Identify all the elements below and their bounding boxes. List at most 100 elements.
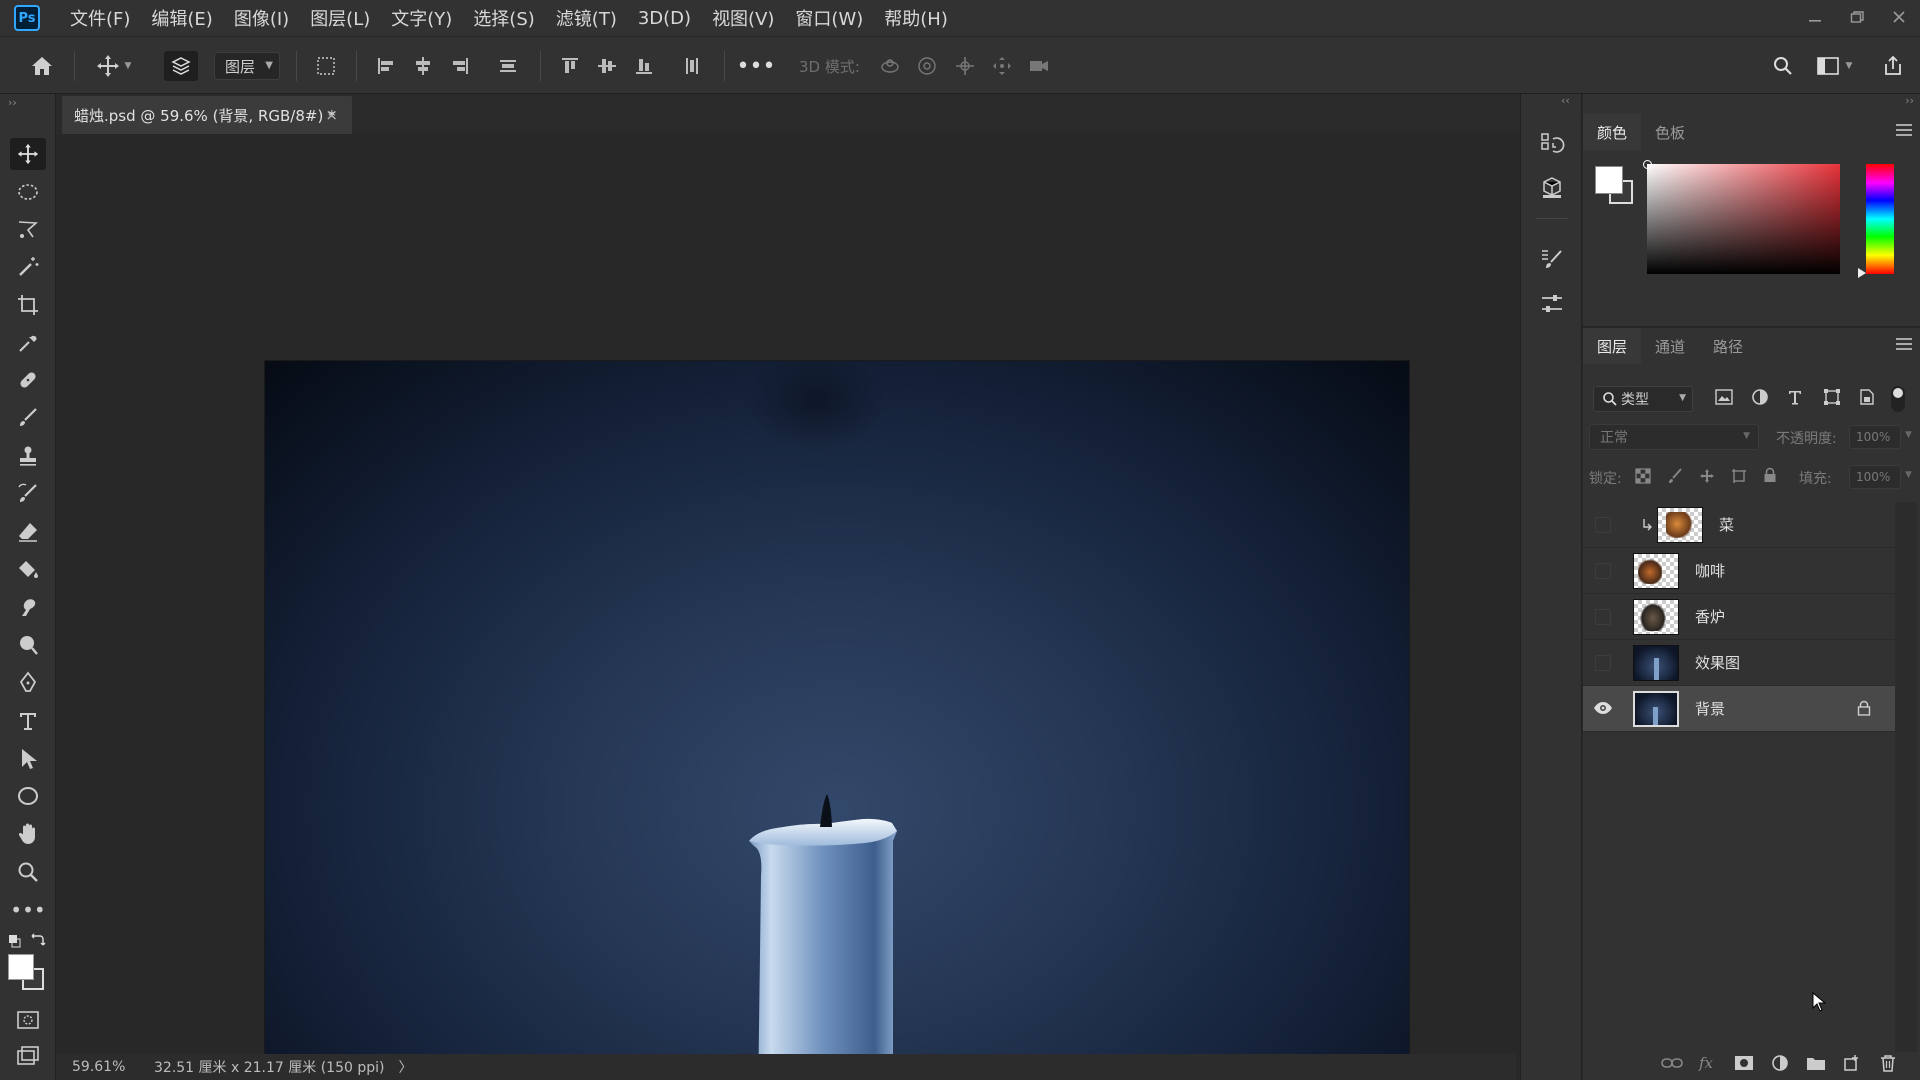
- transform-controls-toggle[interactable]: [310, 37, 342, 95]
- fill-input[interactable]: 100%: [1849, 465, 1901, 489]
- align-bottom-button[interactable]: [628, 37, 660, 95]
- filter-type-button[interactable]: [1787, 389, 1815, 409]
- canvas-workspace[interactable]: [60, 138, 1492, 1080]
- tab-channels[interactable]: 通道: [1641, 328, 1699, 364]
- filter-adjustment-button[interactable]: [1751, 388, 1779, 410]
- move-tool-preset[interactable]: ▼: [88, 37, 138, 95]
- lock-position-button[interactable]: [1699, 468, 1715, 488]
- lock-transparent-pixels-button[interactable]: [1635, 468, 1651, 488]
- minimize-button[interactable]: [1794, 6, 1836, 30]
- layer-name[interactable]: 背景: [1695, 698, 1725, 719]
- menu-3d[interactable]: 3D(D): [638, 8, 691, 29]
- document-canvas[interactable]: [265, 361, 1409, 1080]
- menu-filter[interactable]: 滤镜(T): [556, 5, 617, 31]
- panel-menu-icon[interactable]: [1896, 338, 1912, 353]
- path-selection-tool[interactable]: [10, 743, 46, 775]
- swap-colors-controls[interactable]: [8, 932, 48, 950]
- filter-toggle-switch[interactable]: [1891, 386, 1905, 412]
- vertical-scrollbar[interactable]: [1493, 138, 1507, 1054]
- lock-artboard-button[interactable]: [1731, 468, 1747, 488]
- new-adjustment-layer-button[interactable]: [1762, 1046, 1798, 1080]
- close-window-button[interactable]: [1878, 6, 1920, 30]
- dodge-tool[interactable]: [10, 629, 46, 661]
- clone-stamp-tool[interactable]: [10, 440, 46, 472]
- collapse-arrows-icon[interactable]: ‹‹: [1561, 94, 1570, 107]
- layer-name[interactable]: 咖啡: [1695, 560, 1725, 581]
- close-tab-icon[interactable]: ×: [325, 106, 338, 124]
- smudge-tool[interactable]: [10, 591, 46, 623]
- ellipse-marquee-tool[interactable]: [10, 176, 46, 208]
- magic-wand-tool[interactable]: [10, 251, 46, 283]
- hue-slider-handle[interactable]: [1858, 268, 1866, 278]
- eraser-tool[interactable]: [10, 516, 46, 548]
- panel-menu-icon[interactable]: [1896, 124, 1912, 139]
- layer-visibility-toggle[interactable]: [1595, 517, 1611, 533]
- layer-row[interactable]: 香炉: [1583, 594, 1895, 640]
- new-group-button[interactable]: [1798, 1046, 1834, 1080]
- menu-edit[interactable]: 编辑(E): [151, 5, 212, 31]
- filter-pixel-button[interactable]: [1715, 389, 1743, 409]
- brush-settings-button[interactable]: [1536, 244, 1568, 276]
- type-tool[interactable]: [10, 705, 46, 737]
- delete-layer-button[interactable]: [1870, 1046, 1906, 1080]
- share-button[interactable]: [1876, 37, 1910, 95]
- 3d-scale-button[interactable]: [1024, 37, 1054, 95]
- align-top-button[interactable]: [554, 37, 586, 95]
- blend-mode-dropdown[interactable]: 正常 ▼: [1589, 424, 1759, 450]
- tab-paths[interactable]: 路径: [1699, 328, 1757, 364]
- more-options-button[interactable]: •••: [737, 37, 776, 95]
- screen-mode-button[interactable]: [10, 1040, 46, 1072]
- brush-tool[interactable]: [10, 402, 46, 434]
- layer-name[interactable]: 效果图: [1695, 652, 1740, 673]
- layer-filter-kind-dropdown[interactable]: 类型 ▼: [1593, 386, 1693, 412]
- auto-select-toggle[interactable]: [164, 51, 198, 81]
- layer-visibility-toggle[interactable]: [1593, 700, 1613, 720]
- foreground-color-swatch[interactable]: [1595, 166, 1623, 194]
- properties-panel-button[interactable]: [1536, 288, 1568, 320]
- align-right-button[interactable]: [444, 37, 476, 95]
- filter-shape-button[interactable]: [1823, 388, 1851, 410]
- pen-tool[interactable]: [10, 667, 46, 699]
- collapse-arrows-icon[interactable]: ››: [1905, 94, 1914, 107]
- layer-name[interactable]: 香炉: [1695, 606, 1725, 627]
- tab-color[interactable]: 颜色: [1583, 114, 1642, 150]
- collapse-arrows-icon[interactable]: ››: [8, 96, 17, 109]
- menu-type[interactable]: 文字(Y): [391, 5, 452, 31]
- hue-slider[interactable]: [1858, 164, 1894, 278]
- tab-swatches[interactable]: 色板: [1641, 114, 1699, 150]
- foreground-color-swatch[interactable]: [8, 954, 34, 980]
- search-button[interactable]: [1766, 37, 1800, 95]
- tab-layers[interactable]: 图层: [1583, 328, 1642, 364]
- distribute-vertical-button[interactable]: [492, 37, 524, 95]
- 3d-panel-button[interactable]: [1536, 172, 1568, 204]
- hand-tool[interactable]: [10, 818, 46, 850]
- history-panel-button[interactable]: [1536, 128, 1568, 160]
- zoom-tool[interactable]: [10, 856, 46, 888]
- menu-view[interactable]: 视图(V): [712, 5, 774, 31]
- move-tool[interactable]: [10, 138, 46, 170]
- layer-row[interactable]: 咖啡: [1583, 548, 1895, 594]
- ellipse-shape-tool[interactable]: [10, 780, 46, 812]
- restore-button[interactable]: [1836, 6, 1878, 30]
- layer-visibility-toggle[interactable]: [1595, 563, 1611, 579]
- auto-select-target-dropdown[interactable]: 图层 ▼: [214, 52, 280, 80]
- filter-smart-object-button[interactable]: [1859, 388, 1887, 410]
- menu-select[interactable]: 选择(S): [473, 5, 534, 31]
- document-tab[interactable]: 蜡烛.psd @ 59.6% (背景, RGB/8#) * ×: [62, 96, 352, 134]
- polygonal-lasso-tool[interactable]: [10, 213, 46, 245]
- 3d-slide-button[interactable]: [987, 37, 1017, 95]
- lock-all-button[interactable]: [1763, 467, 1777, 487]
- spot-healing-tool[interactable]: [10, 364, 46, 396]
- new-layer-button[interactable]: [1834, 1046, 1870, 1080]
- layer-visibility-toggle[interactable]: [1595, 655, 1611, 671]
- lock-image-pixels-button[interactable]: [1667, 468, 1683, 488]
- distribute-horizontal-button[interactable]: [676, 37, 708, 95]
- paint-bucket-tool[interactable]: [10, 554, 46, 586]
- 3d-orbit-button[interactable]: [875, 37, 905, 95]
- quick-mask-button[interactable]: [10, 1004, 46, 1036]
- layer-row[interactable]: 菜: [1583, 502, 1895, 548]
- foreground-background-colors[interactable]: [8, 954, 48, 994]
- layers-scrollbar[interactable]: [1895, 502, 1917, 1052]
- layer-row-selected[interactable]: 背景: [1583, 686, 1895, 732]
- align-left-button[interactable]: [370, 37, 402, 95]
